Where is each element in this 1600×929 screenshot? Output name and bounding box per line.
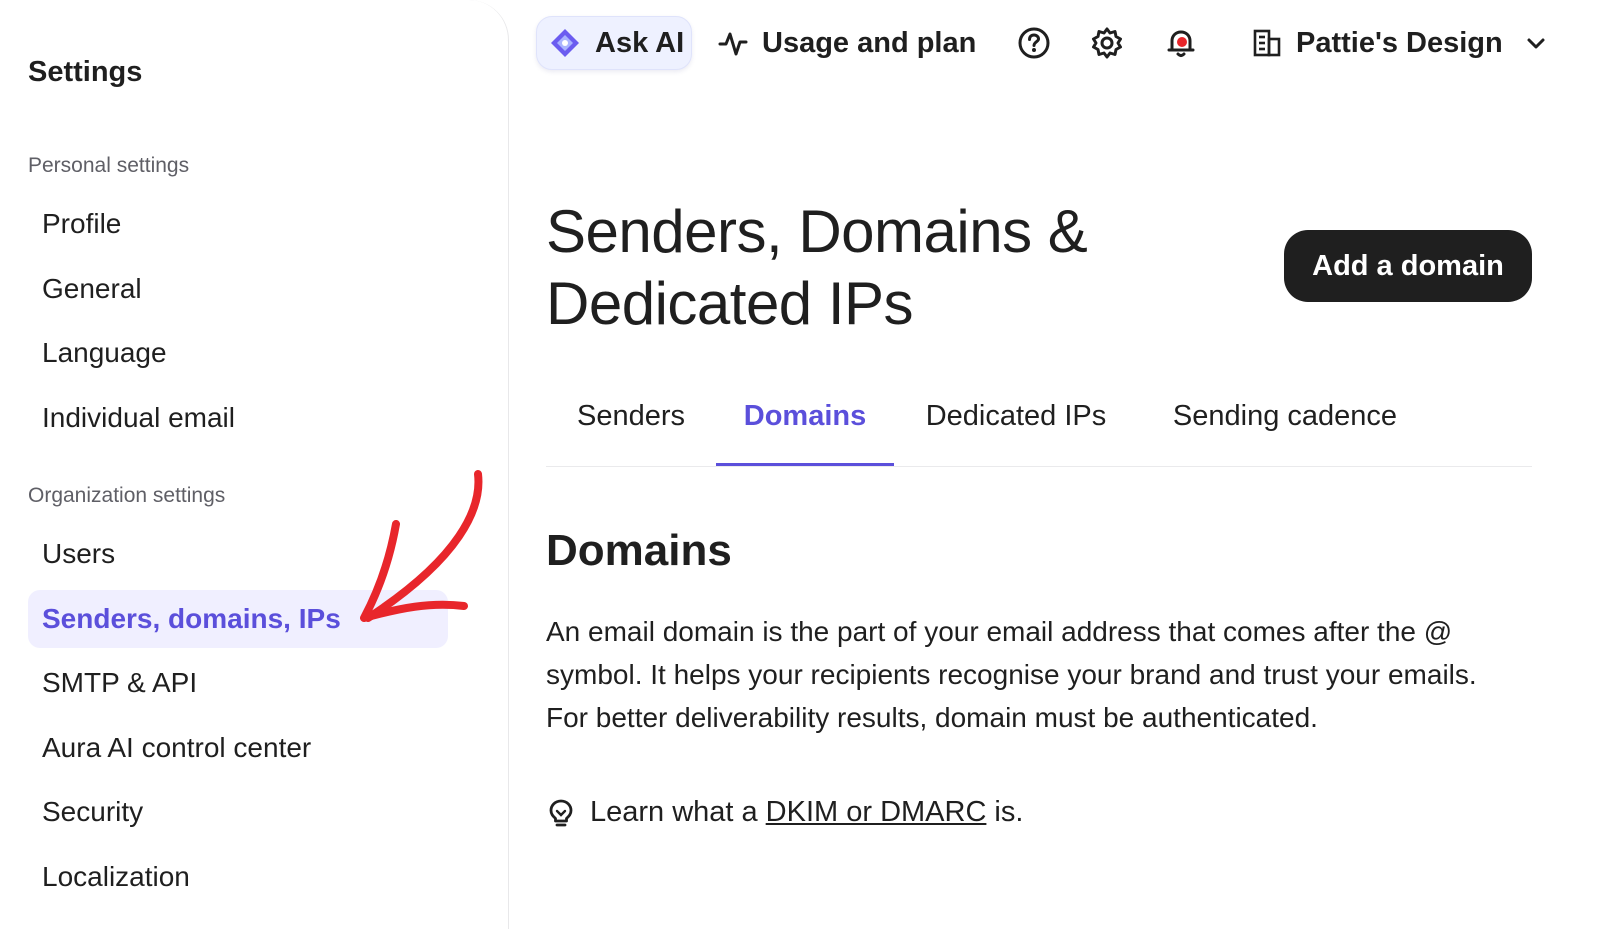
usage-and-plan-link[interactable]: Usage and plan (718, 16, 976, 70)
pulse-icon (718, 32, 748, 56)
domains-description: An email domain is the part of your emai… (546, 616, 1477, 733)
ask-ai-button[interactable]: Ask AI (536, 16, 692, 70)
tab-bar: Senders Domains Dedicated IPs Sending ca… (546, 380, 1532, 467)
tab-senders[interactable]: Senders (546, 380, 716, 466)
personal-settings-label: Personal settings (28, 154, 190, 177)
organization-name: Pattie's Design (1296, 26, 1503, 59)
sidebar-item-users[interactable]: Users (28, 525, 448, 583)
tab-dedicated-ips[interactable]: Dedicated IPs (894, 380, 1138, 466)
organization-settings-label: Organization settings (28, 484, 226, 507)
lightbulb-icon (549, 799, 573, 826)
gear-icon[interactable] (1090, 26, 1124, 60)
sidebar-item-senders-domains-ips[interactable]: Senders, domains, IPs (28, 590, 448, 648)
sidebar-item-smtp-api[interactable]: SMTP & API (28, 654, 448, 712)
ask-ai-label: Ask AI (595, 26, 685, 59)
sidebar-item-profile[interactable]: Profile (28, 195, 448, 253)
dkim-dmarc-link[interactable]: DKIM or DMARC (766, 796, 987, 829)
learn-suffix: is. (994, 796, 1024, 828)
page-title: Senders, Domains & Dedicated IPs (546, 198, 1088, 337)
sidebar-item-aura-ai-control-center[interactable]: Aura AI control center (28, 719, 448, 777)
section-title: Domains (546, 526, 732, 575)
help-icon[interactable] (1017, 26, 1051, 60)
learn-more-row: Learn what a DKIM or DMARC is. (546, 796, 1023, 829)
building-icon (1253, 29, 1281, 57)
sidebar-item-localization[interactable]: Localization (28, 848, 448, 906)
sparkle-icon (551, 29, 579, 57)
add-domain-button[interactable]: Add a domain (1284, 230, 1532, 302)
settings-sidebar: Settings Personal settings Profile Gener… (0, 0, 509, 929)
sidebar-item-general[interactable]: General (28, 260, 448, 318)
sidebar-item-individual-email[interactable]: Individual email (28, 389, 448, 447)
sidebar-item-language[interactable]: Language (28, 324, 448, 382)
bell-icon[interactable] (1164, 26, 1198, 60)
usage-and-plan-label: Usage and plan (762, 26, 977, 59)
top-bar: Ask AI Usage and plan Pattie's Design (530, 0, 1600, 88)
settings-title: Settings (28, 56, 143, 88)
tab-domains[interactable]: Domains (716, 380, 894, 466)
sidebar-item-security[interactable]: Security (28, 783, 448, 841)
chevron-down-icon (1527, 38, 1545, 49)
tab-sending-cadence[interactable]: Sending cadence (1138, 380, 1432, 466)
learn-prefix: Learn what a (590, 796, 758, 828)
organization-switcher[interactable]: Pattie's Design (1252, 16, 1547, 70)
